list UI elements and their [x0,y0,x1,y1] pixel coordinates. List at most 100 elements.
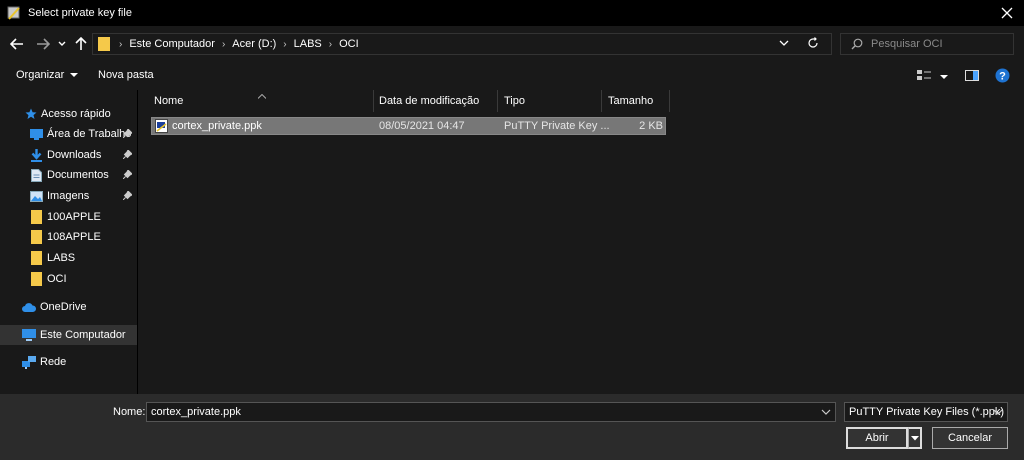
sidebar-item-label: OneDrive [40,301,87,313]
column-header-date[interactable]: Data de modificação [379,90,497,112]
toolbar: Organizar Nova pasta ? [0,62,1024,90]
open-button-label: Abrir [865,432,889,444]
breadcrumb-acer-d[interactable]: Acer (D:) [229,38,279,50]
address-dropdown-button[interactable] [779,38,789,51]
sidebar-item-quick-access[interactable]: Acesso rápido [0,104,137,124]
sidebar-item-label: Documentos [47,169,109,181]
close-icon [1001,7,1013,19]
file-type-filter[interactable]: PuTTY Private Key Files (*.ppk) [844,402,1008,422]
desktop-icon [30,128,43,140]
breadcrumb-oci[interactable]: OCI [336,38,362,50]
help-icon: ? [995,68,1010,83]
pin-icon [123,129,132,138]
sidebar-item-desktop[interactable]: Área de Trabalho [0,124,137,144]
arrow-left-icon [10,38,23,50]
column-header-name[interactable]: Nome [154,90,372,112]
organize-button[interactable]: Organizar [16,69,79,81]
sidebar-item-network[interactable]: Rede [0,352,137,372]
chevron-down-icon [779,40,789,46]
chevron-right-icon: › [119,38,123,50]
folder-icon [31,210,42,224]
sidebar-item-label: Downloads [47,149,102,161]
sidebar-item-label: 100APPLE [47,211,101,223]
sidebar-item-108apple[interactable]: 108APPLE [0,227,137,247]
arrow-right-icon [37,38,50,50]
refresh-button[interactable] [807,37,819,52]
dialog-footer: Nome: cortex_private.ppk PuTTY Private K… [0,394,1024,460]
computer-icon [22,329,36,341]
view-options-button[interactable] [917,70,949,83]
folder-icon [31,230,42,244]
navigation-pane: Acesso rápido Área de Trabalho Downloads… [0,90,137,394]
search-icon [851,38,863,50]
sidebar-item-downloads[interactable]: Downloads [0,145,137,165]
cloud-icon [22,302,36,312]
recent-locations-button[interactable] [56,35,68,53]
column-divider[interactable] [497,90,498,112]
sidebar-item-label: Rede [40,356,67,368]
file-date: 08/05/2021 04:47 [379,120,465,132]
sidebar-item-this-pc[interactable]: Este Computador [0,325,137,345]
folder-icon [98,37,110,51]
up-button[interactable] [72,35,90,53]
back-button[interactable] [8,35,26,53]
file-list: Nome Data de modificação Tipo Tamanho co… [138,90,1024,394]
sidebar-item-label: OCI [47,273,67,285]
sidebar-item-100apple[interactable]: 100APPLE [0,207,137,227]
forward-button[interactable] [34,35,52,53]
file-row[interactable]: cortex_private.ppk 08/05/2021 04:47 PuTT… [151,117,666,135]
new-folder-button[interactable]: Nova pasta [98,69,154,81]
sidebar-item-label: 108APPLE [47,231,101,243]
svg-text:?: ? [999,71,1006,83]
putty-key-icon [7,6,20,20]
refresh-icon [808,37,818,48]
column-header-type[interactable]: Tipo [504,90,600,112]
close-button[interactable] [996,2,1018,24]
column-divider[interactable] [373,90,374,112]
open-button[interactable]: Abrir [846,427,908,449]
address-bar[interactable]: › Este Computador › Acer (D:) › LABS › O… [92,33,832,55]
file-type-filter-value: PuTTY Private Key Files (*.ppk) [849,406,1005,418]
help-button[interactable]: ? [995,68,1010,86]
sidebar-item-label: Área de Trabalho [47,128,132,140]
caret-down-icon [940,75,949,79]
sidebar-item-label: Imagens [47,190,90,202]
preview-pane-button[interactable] [965,70,979,84]
pin-icon [123,170,132,179]
file-name: cortex_private.ppk [172,120,262,132]
column-divider[interactable] [669,90,670,112]
sidebar-item-images[interactable]: Imagens [0,186,137,206]
column-divider[interactable] [601,90,602,112]
sidebar-item-oci[interactable]: OCI [0,269,137,289]
preview-pane-icon [965,70,979,81]
star-icon [25,108,37,119]
chevron-down-icon[interactable] [821,408,831,416]
caret-down-icon [70,73,79,77]
sidebar-item-documents[interactable]: Documentos [0,165,137,185]
pin-icon [123,191,132,200]
title-bar: Select private key file [0,0,1024,26]
caret-down-icon [910,435,919,440]
file-name-field[interactable]: cortex_private.ppk [146,402,836,422]
download-icon [31,148,42,162]
arrow-up-icon [75,37,87,50]
cancel-button[interactable]: Cancelar [932,427,1008,449]
sidebar-item-labs[interactable]: LABS [0,248,137,268]
folder-icon [31,251,42,265]
chevron-right-icon: › [328,38,333,50]
open-options-button[interactable] [908,427,922,449]
breadcrumb-labs[interactable]: LABS [291,38,325,50]
search-input[interactable]: Pesquisar OCI [840,33,1014,55]
chevron-right-icon: › [283,38,287,50]
file-name-value: cortex_private.ppk [151,406,241,418]
document-icon [31,168,42,182]
breadcrumb-este-computador[interactable]: Este Computador [126,38,218,50]
organize-label: Organizar [16,69,65,81]
file-type: PuTTY Private Key ... [504,120,610,132]
chevron-down-icon [993,409,1003,415]
window-title: Select private key file [28,7,132,19]
column-header-size[interactable]: Tamanho [608,90,668,112]
folder-icon [31,272,42,286]
file-name-label: Nome: [113,406,146,418]
sidebar-item-onedrive[interactable]: OneDrive [0,297,137,317]
